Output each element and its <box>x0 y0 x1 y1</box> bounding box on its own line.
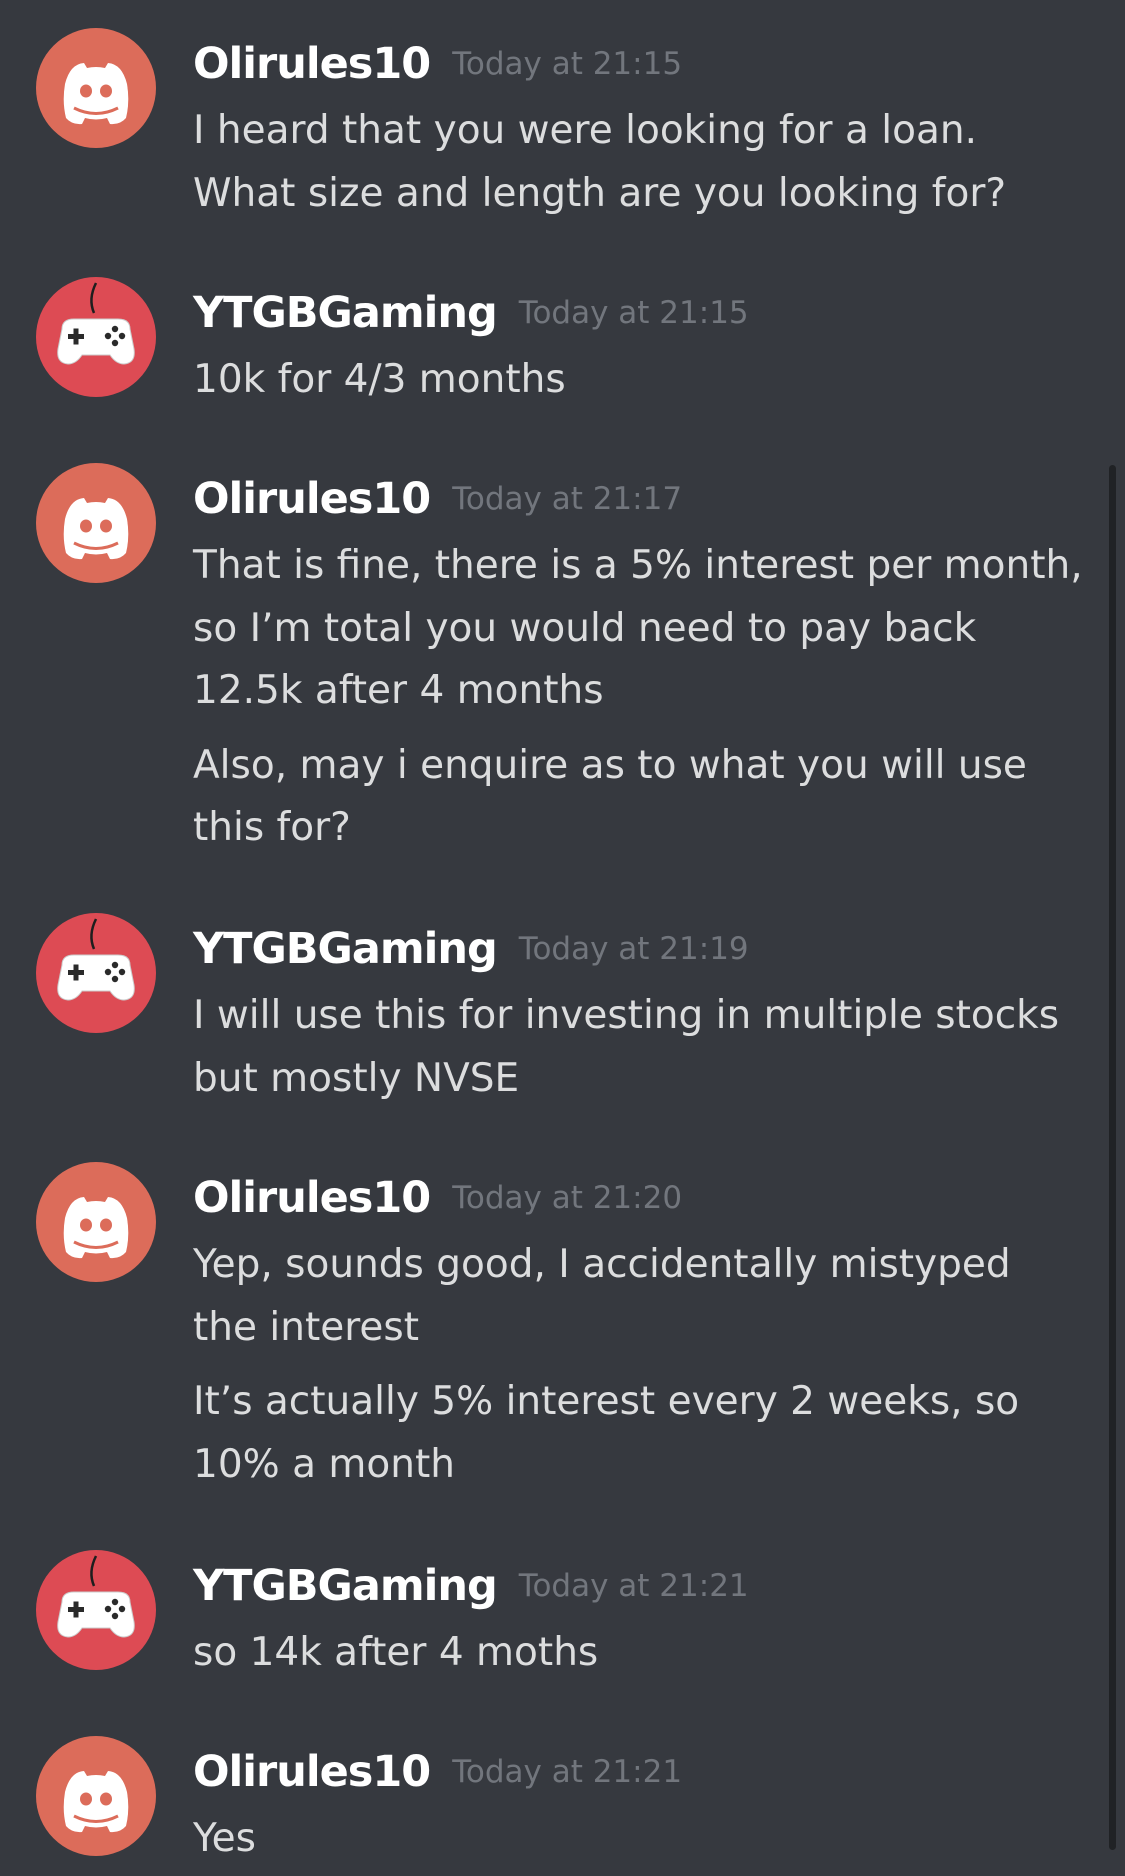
message-text: It’s actually 5% interest every 2 weeks,… <box>193 1379 1020 1424</box>
discord-logo-icon <box>36 1162 156 1282</box>
gamepad-icon <box>36 277 156 397</box>
username[interactable]: Olirules10 <box>193 1736 431 1808</box>
timestamp: Today at 21:15 <box>452 46 683 82</box>
timestamp: Today at 21:17 <box>452 481 683 517</box>
avatar[interactable] <box>36 463 156 583</box>
message-text: I will use this for investing in multipl… <box>193 993 1060 1038</box>
chat-messages-area[interactable]: Olirules10 Today at 21:15 I heard that yo… <box>0 0 1125 1876</box>
gamepad-icon <box>36 913 156 1033</box>
timestamp: Today at 21:20 <box>452 1180 683 1216</box>
avatar[interactable] <box>36 1550 156 1670</box>
username[interactable]: YTGBGaming <box>193 277 498 349</box>
message-text: Yes <box>193 1816 256 1861</box>
message-text: 10% a month <box>193 1441 455 1487</box>
avatar[interactable] <box>36 1736 156 1856</box>
discord-logo-icon <box>36 463 156 583</box>
timestamp: Today at 21:19 <box>518 931 749 967</box>
avatar[interactable] <box>36 28 156 148</box>
message-text: but mostly NVSE <box>193 1055 520 1101</box>
username[interactable]: YTGBGaming <box>193 1550 498 1622</box>
timestamp: Today at 21:15 <box>518 295 749 331</box>
username[interactable]: YTGBGaming <box>193 913 498 985</box>
timestamp: Today at 21:21 <box>452 1754 683 1790</box>
message-text: Yep, sounds good, I accidentally mistype… <box>193 1242 1011 1287</box>
timestamp: Today at 21:21 <box>518 1568 749 1604</box>
message-text: this for? <box>193 805 351 850</box>
message-text: 12.5k after 4 months <box>193 668 604 713</box>
username[interactable]: Olirules10 <box>193 463 431 535</box>
message-text: Also, may i enquire as to what you will … <box>193 742 1027 788</box>
message-text: 10k for 4/3 months <box>193 357 566 402</box>
avatar[interactable] <box>36 1162 156 1282</box>
gamepad-icon <box>36 1550 156 1670</box>
avatar[interactable] <box>36 913 156 1033</box>
scrollbar[interactable] <box>1109 465 1116 1850</box>
discord-logo-icon <box>36 28 156 148</box>
message-text: so I’m total you would need to pay back <box>193 605 977 651</box>
avatar[interactable] <box>36 277 156 397</box>
message-text: What size and length are you looking for… <box>193 170 1007 216</box>
username[interactable]: Olirules10 <box>193 28 431 100</box>
message-text: the interest <box>193 1304 420 1350</box>
username[interactable]: Olirules10 <box>193 1162 431 1234</box>
message-text: I heard that you were looking for a loan… <box>193 108 977 153</box>
message-text: so 14k after 4 moths <box>193 1630 599 1675</box>
message-text: That is fine, there is a 5% interest per… <box>193 543 1083 588</box>
discord-logo-icon <box>36 1736 156 1856</box>
